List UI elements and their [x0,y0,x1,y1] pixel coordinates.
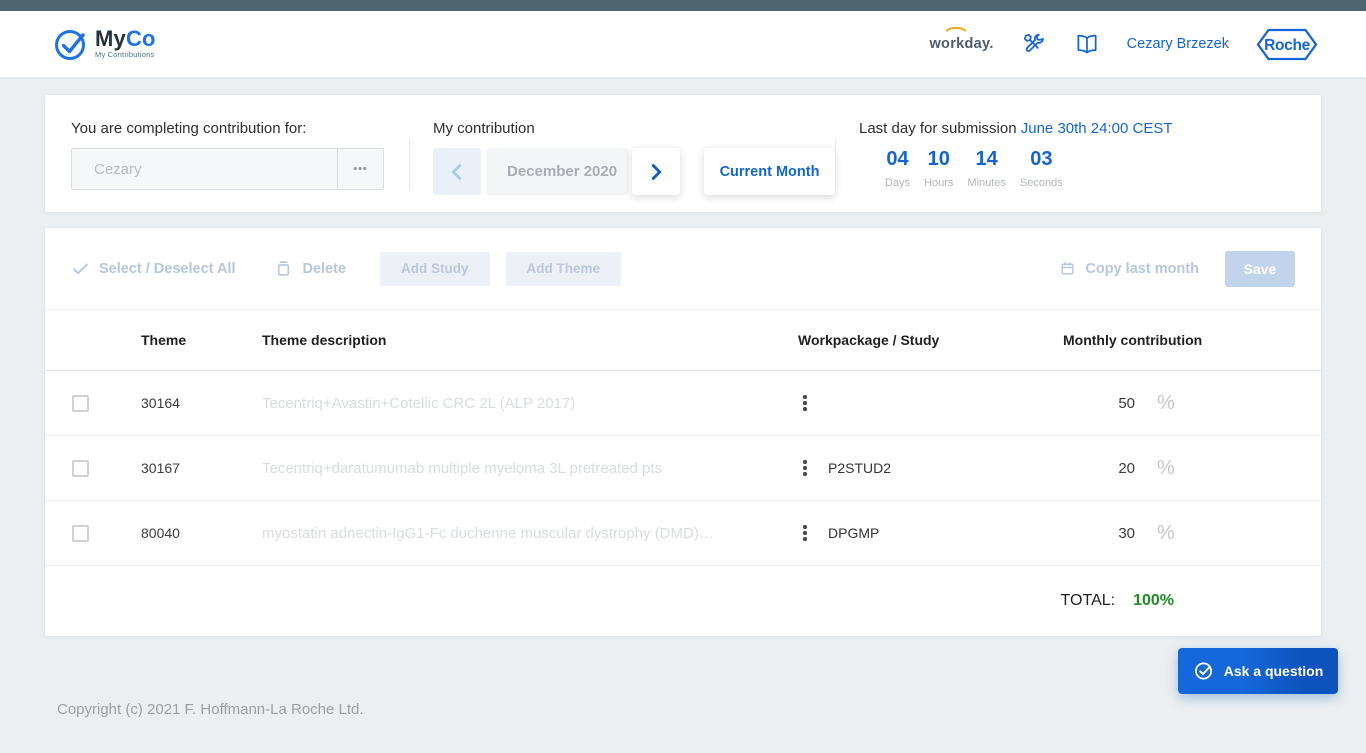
total-row: TOTAL: 100% [45,566,1321,636]
guide-book-icon[interactable] [1074,31,1100,57]
app-title: MyCo [95,26,156,51]
save-button[interactable]: Save [1225,250,1295,287]
chevron-left-icon [451,163,462,180]
my-contribution-label: My contribution [433,120,535,137]
kebab-icon [803,460,807,464]
row-checkbox[interactable] [72,524,89,542]
deadline-text: Last day for submission June 30th 24:00 … [859,120,1173,137]
contribution-summary-card: You are completing contribution for: Cez… [45,95,1321,212]
contribution-value[interactable]: 30 [1045,525,1135,542]
contributor-label: You are completing contribution for: [71,120,307,137]
total-label: TOTAL: [1060,592,1116,609]
next-month-button[interactable] [632,148,680,195]
ask-a-question-button[interactable]: Ask a question [1178,648,1338,694]
myco-check-icon [55,30,85,60]
table-header-row: Theme Theme description Workpackage / St… [45,310,1321,371]
month-display[interactable]: December 2020 [486,148,629,195]
table-row: 80040 myostatin adnectin-IgG1-Fc duchenn… [45,501,1321,566]
deadline-date: June 30th 24:00 CEST [1020,120,1173,137]
copyright-text: Copyright (c) 2021 F. Hoffmann-La Roche … [57,701,364,718]
tools-icon[interactable] [1021,31,1047,57]
percent-sign: % [1157,391,1175,414]
contributor-more-button[interactable]: ••• [337,149,383,189]
theme-description: myostatin adnectin-IgG1-Fc duchenne musc… [262,524,714,542]
kebab-icon [803,395,807,399]
contributor-input[interactable]: Cezary [72,149,337,189]
theme-description: Tecentriq+daratumumab multiple myeloma 3… [262,459,663,477]
user-name-link[interactable]: Cezary Brzezek [1127,36,1229,52]
row-checkbox[interactable] [72,459,89,477]
submission-countdown: 04 Days 10 Hours 14 Minutes 03 Seconds [885,148,1173,189]
theme-id: 80040 [141,525,180,541]
roche-logo[interactable]: Roche [1256,27,1318,62]
percent-sign: % [1157,456,1175,479]
row-checkbox[interactable] [72,394,89,412]
chevron-right-icon [651,163,662,180]
countdown-minutes: 14 Minutes [967,148,1006,189]
kebab-icon [803,525,807,529]
table-toolbar: Select / Deselect All Delete Add Study A… [45,228,1321,310]
table-row: 30164 Tecentriq+Avastin+Cotellic CRC 2L … [45,371,1321,436]
row-menu-button[interactable] [795,391,815,415]
calendar-icon [1061,262,1074,275]
workday-arc-icon [942,27,971,39]
contribution-value[interactable]: 20 [1045,460,1135,477]
circle-check-icon [1194,662,1212,680]
current-month-button[interactable]: Current Month [704,148,835,195]
column-header-monthly-contribution: Monthly contribution [1063,332,1203,348]
myco-logo[interactable]: MyCo My Contributions [53,26,156,62]
ellipsis-icon: ••• [353,163,368,175]
percent-sign: % [1157,521,1175,544]
copy-last-month-button[interactable]: Copy last month [1059,260,1199,277]
divider [409,140,410,190]
row-menu-button[interactable] [795,521,815,545]
theme-id: 30167 [141,460,180,476]
row-menu-button[interactable] [795,456,815,480]
delete-button[interactable]: Delete [274,259,346,278]
select-deselect-all-button[interactable]: Select / Deselect All [71,259,235,278]
countdown-days: 04 Days [885,148,911,189]
add-study-button[interactable]: Add Study [380,251,490,286]
countdown-seconds: 03 Seconds [1019,148,1063,189]
divider [835,140,836,190]
trash-icon [278,261,290,276]
column-header-description: Theme description [262,332,387,348]
add-theme-button[interactable]: Add Theme [505,251,622,286]
column-header-workpackage: Workpackage / Study [798,332,940,348]
theme-description: Tecentriq+Avastin+Cotellic CRC 2L (ALP 2… [262,394,576,412]
svg-text:Roche: Roche [1264,37,1311,54]
study-label: P2STUD2 [828,460,892,476]
top-accent-bar [0,0,1366,11]
workday-logo[interactable]: workday. [929,27,993,52]
contribution-value[interactable]: 50 [1045,395,1135,412]
app-header: MyCo My Contributions workday. Cezary Br… [0,11,1366,78]
check-icon [73,263,88,275]
column-header-theme: Theme [141,332,187,348]
contributions-table-card: Select / Deselect All Delete Add Study A… [45,228,1321,636]
study-label: DPGMP [828,525,880,541]
app-subtitle: My Contributions [95,50,155,59]
previous-month-button[interactable] [433,148,481,195]
countdown-hours: 10 Hours [924,148,954,189]
table-row: 30167 Tecentriq+daratumumab multiple mye… [45,436,1321,501]
total-value: 100% [1133,592,1174,609]
theme-id: 30164 [141,395,180,411]
contributor-field: Cezary ••• [71,148,384,190]
